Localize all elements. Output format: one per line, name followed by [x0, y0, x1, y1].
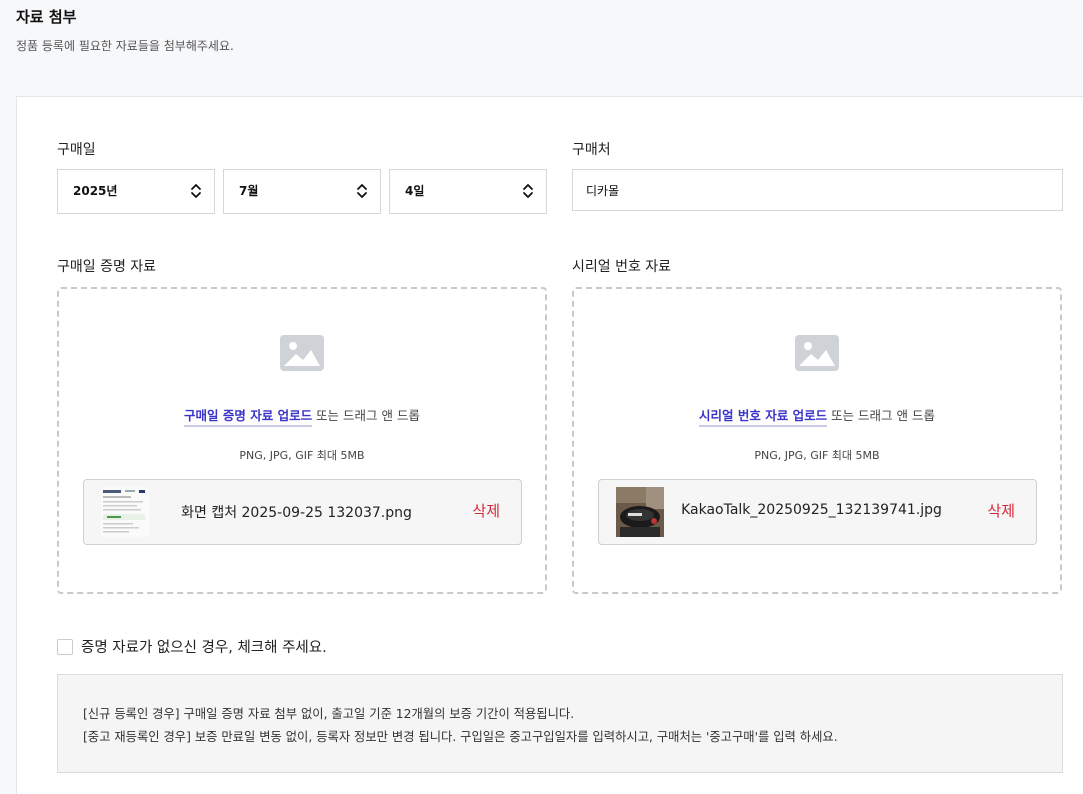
serial-dropzone[interactable]: 시리얼 번호 자료 업로드 또는 드래그 앤 드롭 PNG, JPG, GIF …: [572, 287, 1062, 594]
month-select-value: 7월: [239, 184, 259, 198]
day-select-value: 4일: [405, 184, 425, 198]
proof-delete-button[interactable]: 삭제: [472, 500, 500, 521]
day-select[interactable]: 4일: [389, 169, 547, 214]
image-placeholder-icon: [795, 335, 839, 371]
section-description: 정품 등록에 필요한 자료들을 첨부해주세요.: [16, 39, 234, 53]
proof-file-item: 화면 캡처 2025-09-25 132037.png 삭제: [83, 479, 522, 545]
proof-file-thumbnail: [101, 487, 149, 537]
notice-box: [신규 등록인 경우] 구매일 증명 자료 첨부 없이, 출고일 기준 12개월…: [57, 674, 1063, 773]
year-select[interactable]: 2025년: [57, 169, 215, 214]
serial-upload-label: 시리얼 번호 자료: [572, 259, 672, 275]
proof-upload-instruction: 구매일 증명 자료 업로드 또는 드래그 앤 드롭: [59, 405, 545, 427]
serial-file-thumbnail: [616, 487, 664, 537]
chevron-updown-icon: [191, 184, 201, 198]
purchase-place-input[interactable]: [572, 169, 1063, 211]
month-select[interactable]: 7월: [223, 169, 381, 214]
proof-upload-suffix: 또는 드래그 앤 드롭: [312, 408, 420, 423]
serial-file-item: KakaoTalk_20250925_132139741.jpg 삭제: [598, 479, 1037, 545]
proof-upload-hint: PNG, JPG, GIF 최대 5MB: [239, 449, 365, 462]
serial-upload-hint: PNG, JPG, GIF 최대 5MB: [754, 449, 880, 462]
purchase-place-label: 구매처: [572, 142, 611, 158]
no-proof-checkbox-label[interactable]: 증명 자료가 없으신 경우, 체크해 주세요.: [81, 636, 327, 657]
notice-line-new: [신규 등록인 경우] 구매일 증명 자료 첨부 없이, 출고일 기준 12개월…: [83, 707, 575, 721]
proof-upload-label: 구매일 증명 자료: [57, 259, 157, 275]
serial-delete-button[interactable]: 삭제: [987, 500, 1015, 521]
serial-upload-instruction: 시리얼 번호 자료 업로드 또는 드래그 앤 드롭: [574, 405, 1060, 427]
serial-upload-link[interactable]: 시리얼 번호 자료 업로드: [699, 408, 828, 427]
serial-file-name: KakaoTalk_20250925_132139741.jpg: [681, 502, 942, 518]
notice-line-used: [중고 재등록인 경우] 보증 만료일 변동 없이, 등록자 정보만 변경 됩니…: [83, 730, 838, 744]
purchase-date-label: 구매일: [57, 142, 96, 158]
chevron-updown-icon: [523, 184, 533, 198]
proof-dropzone[interactable]: 구매일 증명 자료 업로드 또는 드래그 앤 드롭 PNG, JPG, GIF …: [57, 287, 547, 594]
proof-file-name: 화면 캡처 2025-09-25 132037.png: [181, 505, 412, 521]
proof-upload-link[interactable]: 구매일 증명 자료 업로드: [184, 408, 313, 427]
image-placeholder-icon: [280, 335, 324, 371]
serial-upload-suffix: 또는 드래그 앤 드롭: [827, 408, 935, 423]
no-proof-checkbox[interactable]: [57, 639, 73, 655]
chevron-updown-icon: [357, 184, 367, 198]
section-title: 자료 첨부: [16, 8, 77, 26]
year-select-value: 2025년: [73, 184, 118, 198]
